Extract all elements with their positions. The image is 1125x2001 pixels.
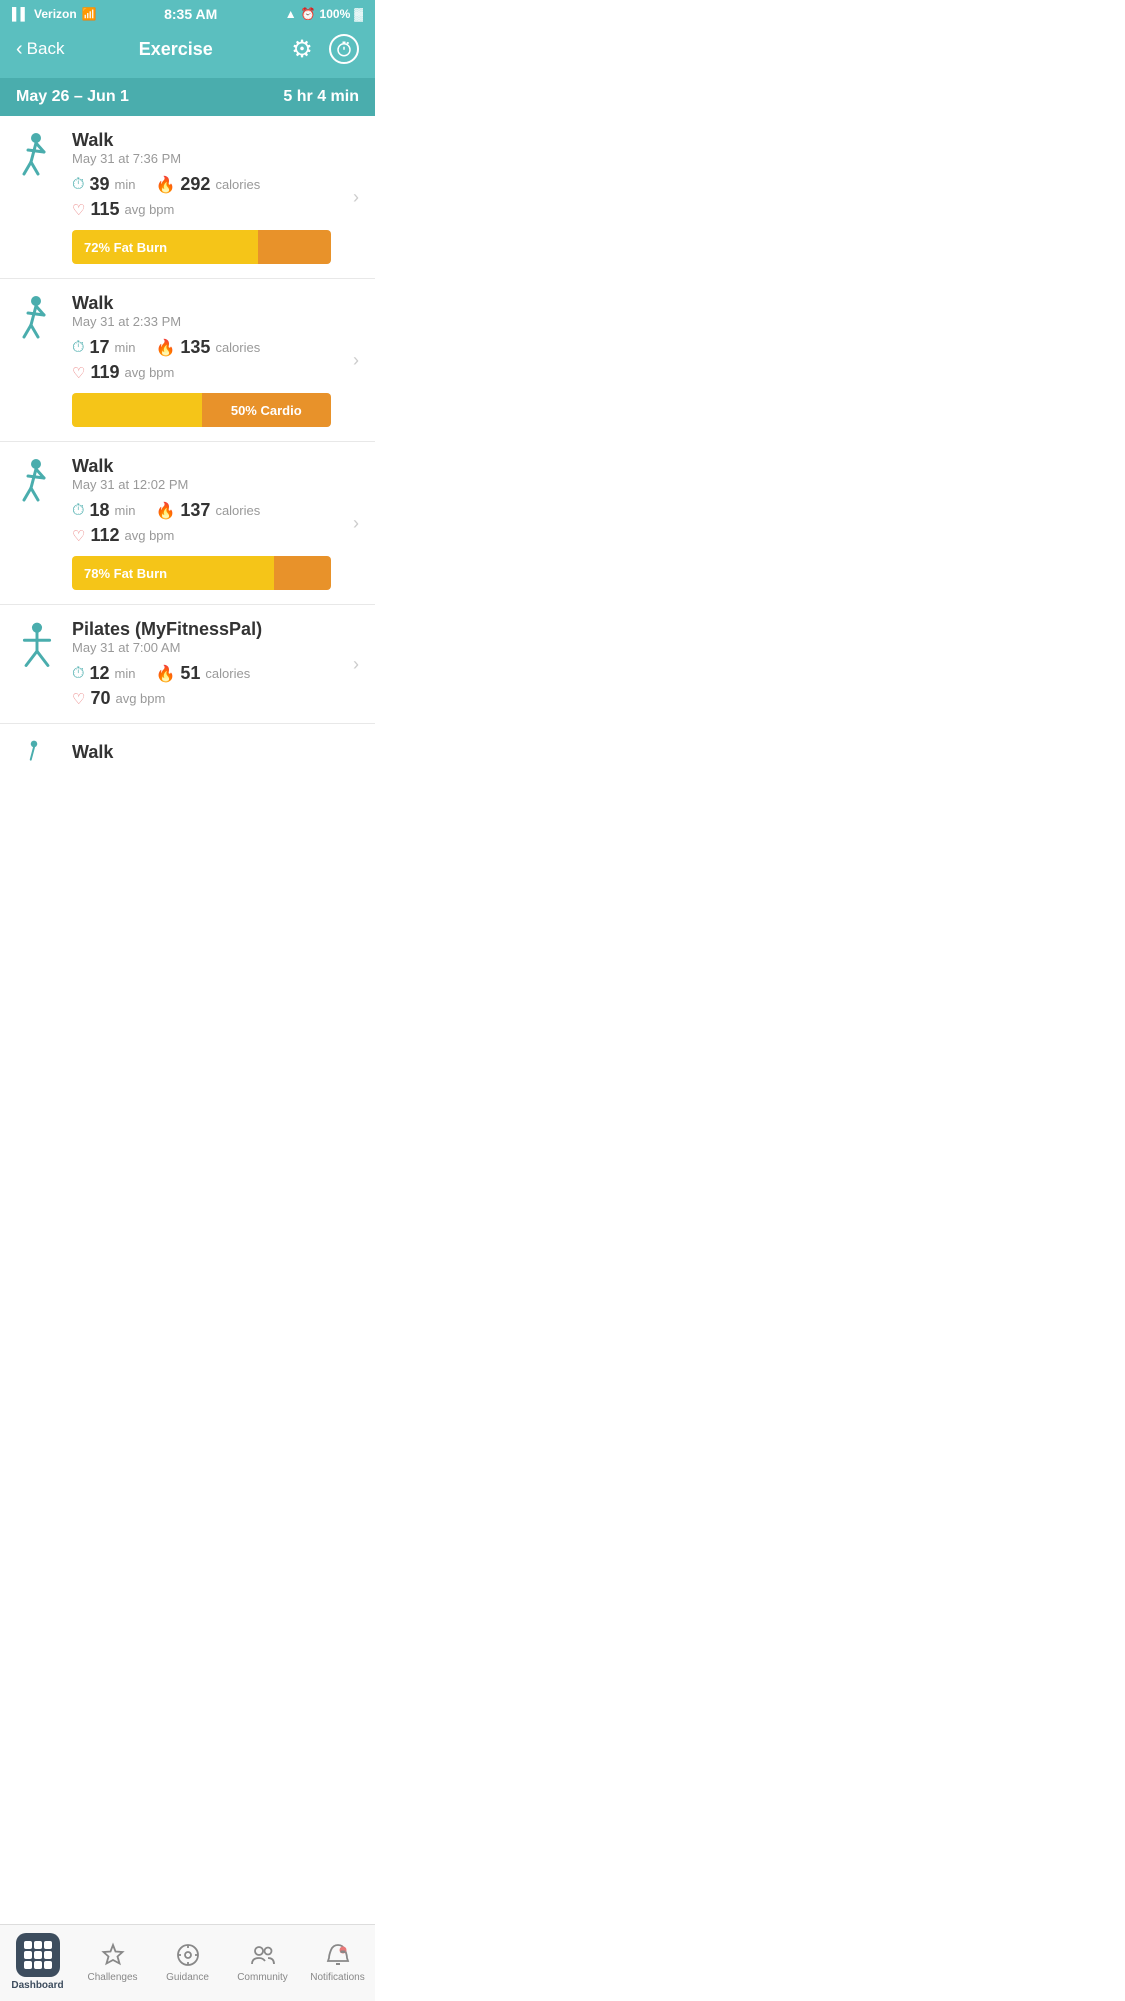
nav-community[interactable]: Community — [225, 1941, 300, 1983]
status-bar: ▌▌ Verizon 📶 8:35 AM ▲ ⏰ 100% ▓ — [0, 0, 375, 26]
partial-exercise-name: Walk — [72, 742, 113, 763]
community-icon — [249, 1941, 277, 1969]
walk-icon — [16, 458, 58, 500]
dashboard-icon — [16, 1933, 60, 1977]
exercise-datetime: May 31 at 12:02 PM — [72, 477, 331, 492]
duration-stat: ⏱ 17 min — [72, 337, 135, 358]
back-chevron-icon: ‹ — [16, 38, 23, 61]
progress-bar: 78% Fat Burn — [72, 556, 331, 590]
guidance-label: Guidance — [166, 1972, 209, 1983]
notifications-icon: ... — [324, 1941, 352, 1969]
calories-stat: 🔥 135 calories — [155, 337, 260, 358]
timer-icon[interactable] — [329, 34, 359, 64]
chevron-right-icon: › — [345, 350, 359, 371]
walk-icon — [16, 295, 58, 337]
challenges-icon — [99, 1941, 127, 1969]
date-range: May 26 – Jun 1 — [16, 88, 129, 106]
progress-bar-container: 72% Fat Burn — [72, 230, 331, 264]
exercise-datetime: May 31 at 7:00 AM — [72, 640, 331, 655]
carrier-label: Verizon — [34, 7, 77, 21]
challenges-label: Challenges — [87, 1972, 137, 1983]
cardio-fill — [258, 230, 331, 264]
exercise-name: Walk — [72, 130, 331, 151]
back-button[interactable]: ‹ Back — [16, 38, 64, 61]
exercise-info: Walk May 31 at 7:36 PM ⏱ 39 min 🔥 292 ca… — [72, 130, 331, 264]
progress-bar-container: 78% Fat Burn — [72, 556, 331, 590]
status-right: ▲ ⏰ 100% ▓ — [285, 7, 363, 21]
exercise-item[interactable]: Walk May 31 at 12:02 PM ⏱ 18 min 🔥 137 c… — [0, 442, 375, 605]
walk-icon — [16, 132, 58, 174]
community-label: Community — [237, 1972, 288, 1983]
fat-burn-fill — [72, 393, 202, 427]
heart-rate-stat: ♡ 119 avg bpm — [72, 362, 331, 383]
header-title: Exercise — [139, 39, 213, 60]
exercise-datetime: May 31 at 7:36 PM — [72, 151, 331, 166]
exercise-info: Pilates (MyFitnessPal) May 31 at 7:00 AM… — [72, 619, 331, 709]
duration-stat: ⏱ 12 min — [72, 663, 135, 684]
progress-bar-container: 50% Cardio — [72, 393, 331, 427]
header: ‹ Back Exercise ⚙ — [0, 26, 375, 78]
exercise-name: Walk — [72, 456, 331, 477]
cardio-fill: 50% Cardio — [202, 393, 332, 427]
header-icons: ⚙ — [287, 34, 359, 64]
status-left: ▌▌ Verizon 📶 — [12, 7, 97, 21]
progress-bar: 72% Fat Burn — [72, 230, 331, 264]
exercise-info: Walk May 31 at 12:02 PM ⏱ 18 min 🔥 137 c… — [72, 456, 331, 590]
date-bar: May 26 – Jun 1 5 hr 4 min — [0, 78, 375, 116]
heart-rate-stat: ♡ 112 avg bpm — [72, 525, 331, 546]
battery-icon: ▓ — [354, 7, 363, 21]
nav-challenges[interactable]: Challenges — [75, 1941, 150, 1983]
exercise-item[interactable]: Walk May 31 at 7:36 PM ⏱ 39 min 🔥 292 ca… — [0, 116, 375, 279]
svg-text:...: ... — [340, 1948, 344, 1954]
exercise-datetime: May 31 at 2:33 PM — [72, 314, 331, 329]
duration-stat: ⏱ 18 min — [72, 500, 135, 521]
calories-stat: 🔥 292 calories — [155, 174, 260, 195]
cardio-fill — [274, 556, 331, 590]
exercise-info: Walk May 31 at 2:33 PM ⏱ 17 min 🔥 135 ca… — [72, 293, 331, 427]
settings-icon[interactable]: ⚙ — [287, 34, 317, 64]
pilates-icon — [16, 621, 58, 663]
notifications-label: Notifications — [310, 1972, 364, 1983]
exercise-name: Pilates (MyFitnessPal) — [72, 619, 331, 640]
time-display: 8:35 AM — [164, 6, 217, 22]
duration-stat: ⏱ 39 min — [72, 174, 135, 195]
fat-burn-fill: 78% Fat Burn — [72, 556, 274, 590]
guidance-icon — [174, 1941, 202, 1969]
bottom-nav: Dashboard Challenges Guidance — [0, 1924, 375, 2001]
dashboard-label: Dashboard — [11, 1980, 63, 1991]
nav-notifications[interactable]: ... Notifications — [300, 1941, 375, 1983]
wifi-icon: 📶 — [82, 7, 97, 21]
exercise-item[interactable]: Pilates (MyFitnessPal) May 31 at 7:00 AM… — [0, 605, 375, 724]
alarm-icon: ⏰ — [301, 7, 316, 21]
fat-burn-fill: 72% Fat Burn — [72, 230, 258, 264]
calories-stat: 🔥 137 calories — [155, 500, 260, 521]
exercise-item[interactable]: Walk May 31 at 2:33 PM ⏱ 17 min 🔥 135 ca… — [0, 279, 375, 442]
battery-label: 100% — [320, 7, 351, 21]
chevron-right-icon: › — [345, 513, 359, 534]
back-label: Back — [27, 39, 65, 59]
total-time: 5 hr 4 min — [283, 88, 359, 106]
signal-icon: ▌▌ — [12, 7, 29, 21]
exercise-name: Walk — [72, 293, 331, 314]
calories-stat: 🔥 51 calories — [155, 663, 250, 684]
heart-rate-stat: ♡ 70 avg bpm — [72, 688, 331, 709]
chevron-right-icon: › — [345, 187, 359, 208]
exercise-list: Walk May 31 at 7:36 PM ⏱ 39 min 🔥 292 ca… — [0, 116, 375, 854]
location-icon: ▲ — [285, 7, 297, 21]
chevron-right-icon: › — [345, 654, 359, 675]
exercise-item-partial: Walk — [0, 724, 375, 774]
nav-dashboard[interactable]: Dashboard — [0, 1933, 75, 1991]
walk-icon — [16, 740, 58, 774]
nav-guidance[interactable]: Guidance — [150, 1941, 225, 1983]
progress-bar: 50% Cardio — [72, 393, 331, 427]
heart-rate-stat: ♡ 115 avg bpm — [72, 199, 331, 220]
